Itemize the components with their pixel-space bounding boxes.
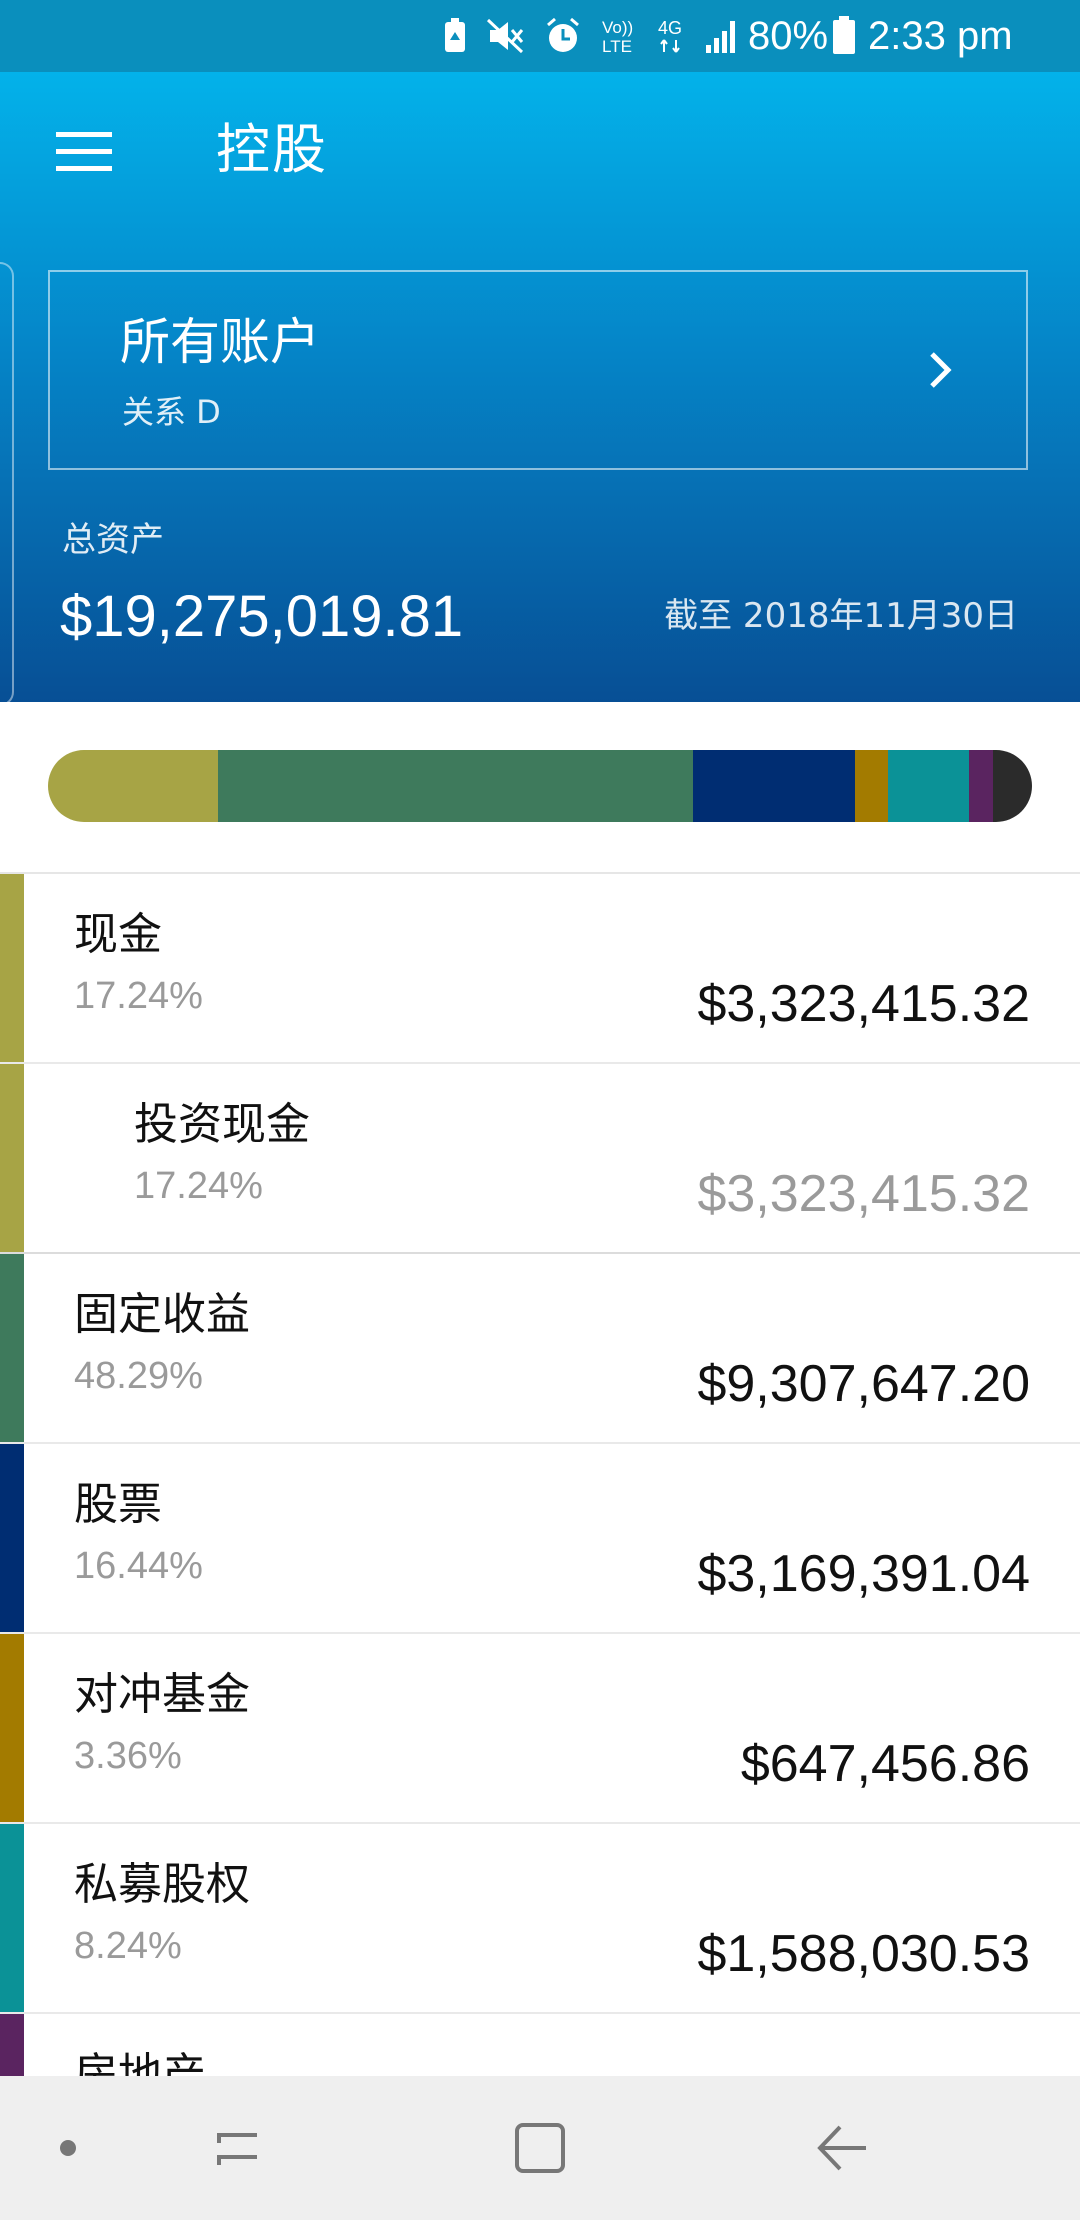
volte-icon: Vo)) LTE: [600, 16, 638, 56]
holding-row-equities[interactable]: 股票 16.44% $3,169,391.04: [0, 1444, 1080, 1634]
allocation-segment: [854, 750, 888, 822]
holding-value: $3,169,391.04: [697, 1545, 1030, 1603]
menu-icon: [56, 132, 112, 171]
back-icon: [817, 2125, 866, 2171]
holding-percent: 3.36%: [74, 1735, 182, 1777]
holdings-header: 控股 所有账户 关系 D 总资产 $19,275,019.81 截至 2018年…: [0, 72, 1080, 702]
page-title: 控股: [216, 118, 328, 181]
allocation-segment: [217, 750, 693, 822]
account-relationship: 关系 D: [122, 393, 221, 431]
allocation-bar[interactable]: [48, 750, 1032, 822]
chevron-right-icon: [930, 352, 952, 388]
home-icon: [515, 2123, 565, 2173]
row-color-marker: [0, 1444, 24, 1632]
allocation-segment: [48, 750, 218, 822]
row-color-marker: [0, 1634, 24, 1822]
nav-dot-button[interactable]: [48, 2076, 88, 2220]
svg-text:4G: 4G: [658, 18, 682, 38]
holding-name: 现金: [74, 909, 162, 960]
signal-icon: [704, 19, 740, 53]
network-4g-icon: 4G: [656, 16, 686, 56]
total-assets-value: $19,275,019.81: [60, 584, 464, 649]
as-of-date: 截至 2018年11月30日: [664, 596, 1018, 636]
holding-value: $9,307,647.20: [697, 1355, 1030, 1413]
holding-percent: 17.24%: [134, 1165, 263, 1207]
holding-row-private-equity[interactable]: 私募股权 8.24% $1,588,030.53: [0, 1824, 1080, 2014]
svg-text:LTE: LTE: [602, 37, 632, 56]
svg-text:Vo)): Vo)): [602, 18, 633, 37]
account-selector[interactable]: 所有账户 关系 D: [48, 270, 1028, 470]
holding-row-investment-cash[interactable]: 投资现金 17.24% $3,323,415.32: [0, 1064, 1080, 1254]
back-button[interactable]: [802, 2076, 882, 2220]
holding-value: $1,588,030.53: [697, 1925, 1030, 1983]
battery-percent: 80%: [748, 14, 829, 58]
row-color-marker: [0, 1824, 24, 2012]
recent-apps-icon: [217, 2133, 257, 2165]
battery-saver-icon: [442, 18, 468, 54]
mute-icon: [486, 18, 526, 54]
holding-percent: 17.24%: [74, 975, 203, 1017]
allocation-segment: [887, 750, 969, 822]
row-color-marker: [0, 874, 24, 1062]
status-icons: Vo)) LTE 4G: [442, 0, 740, 72]
battery-icon: [832, 16, 856, 60]
allocation-segment: [993, 750, 1032, 822]
holding-row-cash[interactable]: 现金 17.24% $3,323,415.32: [0, 874, 1080, 1064]
holding-percent: 48.29%: [74, 1355, 203, 1397]
holding-value: $3,323,415.32: [697, 975, 1030, 1033]
status-bar: Vo)) LTE 4G 80% 2:33 pm: [0, 0, 1080, 72]
holding-name: 股票: [74, 1479, 162, 1530]
home-button[interactable]: [500, 2076, 580, 2220]
holding-row-fixed-income[interactable]: 固定收益 48.29% $9,307,647.20: [0, 1254, 1080, 1444]
alarm-icon: [544, 17, 582, 55]
holding-name: 私募股权: [74, 1859, 250, 1910]
menu-button[interactable]: [44, 112, 124, 192]
allocation-segment: [692, 750, 855, 822]
holding-row-hedge-funds[interactable]: 对冲基金 3.36% $647,456.86: [0, 1634, 1080, 1824]
holding-percent: 8.24%: [74, 1925, 182, 1967]
system-nav-bar: [0, 2076, 1080, 2220]
row-color-marker: [0, 1064, 24, 1252]
total-assets-label: 总资产: [62, 520, 164, 560]
holding-value: $647,456.86: [740, 1735, 1030, 1793]
allocation-segment: [968, 750, 994, 822]
holding-name: 对冲基金: [74, 1669, 250, 1720]
clock: 2:33 pm: [868, 14, 1013, 58]
nav-dot-icon: [60, 2140, 76, 2156]
account-name: 所有账户: [120, 313, 320, 371]
holding-name: 固定收益: [74, 1289, 250, 1340]
holding-value: $3,323,415.32: [697, 1165, 1030, 1223]
edge-panel-handle[interactable]: [0, 262, 14, 706]
recent-apps-button[interactable]: [198, 2076, 278, 2220]
holding-name: 投资现金: [134, 1099, 310, 1150]
row-color-marker: [0, 1254, 24, 1442]
holding-percent: 16.44%: [74, 1545, 203, 1587]
holdings-list: 现金 17.24% $3,323,415.32 投资现金 17.24% $3,3…: [0, 874, 1080, 2204]
allocation-area: [0, 702, 1080, 874]
